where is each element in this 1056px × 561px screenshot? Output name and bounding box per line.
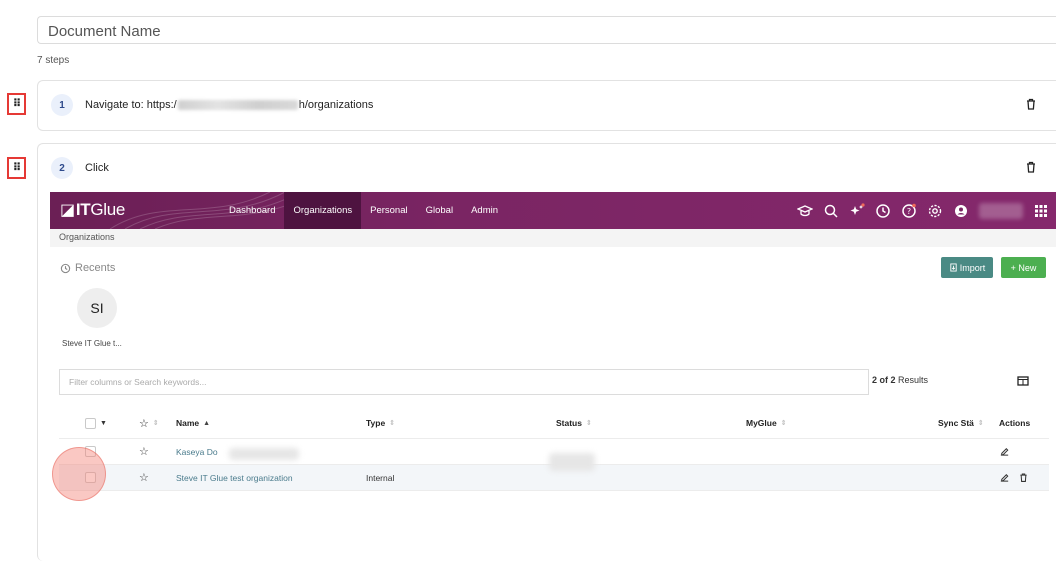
step-url-suffix: h/organizations bbox=[298, 99, 374, 111]
redacted-name-blur bbox=[229, 448, 299, 460]
select-all-control[interactable]: ▼ bbox=[85, 417, 107, 429]
sort-asc-icon: ▲ bbox=[203, 419, 211, 427]
sort-icon: ⇕ bbox=[585, 420, 592, 427]
steps-count: 7 steps bbox=[37, 55, 70, 66]
results-count: 2 of 2 Results bbox=[872, 375, 928, 385]
step-card-1: 1 Navigate to: https:/ h/organizations bbox=[37, 80, 1056, 131]
ai-sparkle-icon[interactable] bbox=[849, 202, 865, 219]
graduation-cap-icon[interactable] bbox=[797, 203, 813, 219]
org-name-link[interactable]: Kaseya Do bbox=[176, 447, 218, 457]
drag-grip-icon: ⠿ bbox=[12, 97, 22, 110]
document-name-input[interactable]: Document Name bbox=[37, 16, 1056, 44]
select-all-checkbox[interactable] bbox=[85, 417, 96, 429]
myglue-column-header[interactable]: MyGlue ⇕ bbox=[746, 418, 787, 428]
sort-icon: ⇕ bbox=[389, 420, 396, 427]
clock-icon bbox=[60, 263, 71, 273]
edit-icon[interactable] bbox=[999, 472, 1010, 483]
click-indicator bbox=[52, 447, 106, 501]
column-label: Name bbox=[176, 418, 200, 428]
favorite-column-header[interactable]: ☆ ⇕ bbox=[139, 417, 159, 430]
new-button[interactable]: + New bbox=[1001, 257, 1046, 278]
help-icon[interactable]: ? bbox=[901, 203, 917, 219]
caret-down-icon[interactable]: ▼ bbox=[100, 420, 107, 427]
org-name-link[interactable]: Steve IT Glue test organization bbox=[176, 473, 293, 483]
itglue-logo[interactable]: ◪ IT Glue bbox=[60, 200, 125, 220]
step-description: Navigate to: https:/ h/organizations bbox=[85, 99, 373, 111]
nav-dashboard[interactable]: Dashboard bbox=[220, 192, 284, 229]
delete-step-1-icon[interactable] bbox=[1024, 97, 1038, 111]
results-label: Results bbox=[895, 375, 929, 385]
table-row: ☆ Steve IT Glue test organization Intern… bbox=[59, 453, 1049, 491]
step-2-drag-handle[interactable]: ⠿ bbox=[7, 157, 26, 179]
column-label: Status bbox=[556, 418, 582, 428]
actions-column-header: Actions bbox=[999, 418, 1031, 428]
step-description: Click bbox=[85, 162, 109, 174]
itglue-navbar: ◪ IT Glue Dashboard Organizations Persona… bbox=[50, 192, 1056, 229]
org-type: Internal bbox=[366, 472, 395, 483]
redacted-url-blur bbox=[177, 100, 298, 110]
type-column-header[interactable]: Type ⇕ bbox=[366, 418, 395, 428]
document-editor: Document Name 7 steps ⠿ ⠿ 1 Navigate to:… bbox=[0, 0, 1056, 561]
sort-icon: ⇕ bbox=[152, 420, 159, 427]
columns-toggle-icon[interactable] bbox=[1017, 375, 1029, 387]
sort-icon: ⇕ bbox=[977, 420, 984, 427]
trash-icon[interactable] bbox=[1018, 472, 1029, 483]
step-1-drag-handle[interactable]: ⠿ bbox=[7, 93, 26, 115]
nav-global[interactable]: Global bbox=[417, 192, 462, 229]
recent-org-label[interactable]: Steve IT Glue t... bbox=[62, 339, 122, 348]
nav-personal[interactable]: Personal bbox=[361, 192, 417, 229]
star-icon[interactable]: ☆ bbox=[139, 445, 149, 458]
drag-grip-icon: ⠿ bbox=[12, 161, 22, 174]
itglue-logo-mark-icon: ◪ bbox=[60, 202, 75, 219]
search-icon[interactable] bbox=[823, 203, 839, 219]
redacted-status-blur bbox=[549, 453, 595, 471]
import-button[interactable]: Import bbox=[941, 257, 993, 278]
step-url-prefix: Navigate to: https:/ bbox=[85, 99, 177, 111]
status-column-header[interactable]: Status ⇕ bbox=[556, 418, 592, 428]
step-screenshot: ◪ IT Glue Dashboard Organizations Persona… bbox=[50, 192, 1056, 561]
import-icon bbox=[950, 263, 957, 272]
redacted-username-blur bbox=[979, 202, 1023, 219]
recent-org-avatar[interactable]: SI bbox=[77, 288, 117, 328]
step-card-2: 2 Click ◪ IT Glue Dashboard Organizations… bbox=[37, 143, 1056, 561]
row-actions bbox=[999, 472, 1029, 483]
star-icon: ☆ bbox=[139, 417, 149, 430]
clock-icon[interactable] bbox=[875, 203, 891, 219]
breadcrumb[interactable]: Organizations bbox=[50, 229, 1056, 247]
results-number: 2 of 2 bbox=[872, 375, 896, 385]
svg-text:?: ? bbox=[907, 207, 911, 216]
recents-heading: Recents bbox=[60, 262, 115, 274]
nav-icon-bar: ? bbox=[797, 192, 1049, 229]
column-label: Type bbox=[366, 418, 386, 428]
nav-admin[interactable]: Admin bbox=[462, 192, 507, 229]
logo-it: IT bbox=[75, 200, 91, 219]
search-input[interactable]: Filter columns or Search keywords... bbox=[59, 369, 869, 395]
logo-glue: Glue bbox=[90, 200, 126, 219]
column-label: MyGlue bbox=[746, 418, 777, 428]
star-icon[interactable]: ☆ bbox=[139, 471, 149, 484]
column-label: Sync Stä bbox=[938, 418, 974, 428]
user-icon[interactable] bbox=[953, 203, 969, 219]
name-column-header[interactable]: Name ▲ bbox=[176, 418, 210, 428]
nav-organizations[interactable]: Organizations bbox=[284, 192, 362, 229]
recents-label: Recents bbox=[75, 262, 116, 274]
delete-step-2-icon[interactable] bbox=[1024, 160, 1038, 174]
gear-icon[interactable] bbox=[927, 203, 943, 219]
import-label: Import bbox=[959, 262, 986, 273]
itglue-main-menu: Dashboard Organizations Personal Global … bbox=[220, 192, 507, 229]
sort-icon: ⇕ bbox=[780, 420, 787, 427]
organizations-table: ▼ ☆ ⇕ Name ▲ Type ⇕ Status ⇕ MyGlue ⇕ Sync St… bbox=[59, 408, 1049, 491]
table-header-row: ▼ ☆ ⇕ Name ▲ Type ⇕ Status ⇕ MyGlue ⇕ Sync St… bbox=[59, 408, 1049, 439]
step-number: 2 bbox=[51, 157, 73, 179]
edit-icon[interactable] bbox=[999, 446, 1010, 457]
sync-status-column-header[interactable]: Sync Stä ⇕ bbox=[938, 418, 984, 428]
app-grid-icon[interactable] bbox=[1033, 203, 1049, 219]
step-number: 1 bbox=[51, 94, 73, 116]
